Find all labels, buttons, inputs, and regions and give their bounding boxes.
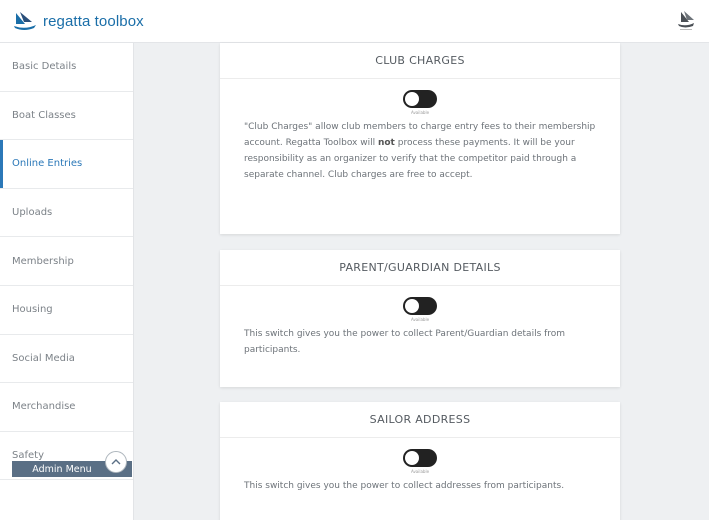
toggle-caption: Available xyxy=(410,317,430,322)
admin-menu-expand-button[interactable] xyxy=(105,451,127,473)
sailor-address-card: SAILOR ADDRESS Available This switch giv… xyxy=(220,402,620,520)
card-title: CLUB CHARGES xyxy=(220,43,620,79)
card-description: This switch gives you the power to colle… xyxy=(244,329,566,355)
brand-name: regatta toolbox xyxy=(43,12,144,30)
sidebar-item-label: Online Entries xyxy=(12,158,83,170)
parent-guardian-card: PARENT/GUARDIAN DETAILS Available This s… xyxy=(220,250,620,387)
parent-guardian-toggle[interactable] xyxy=(403,297,437,315)
card-description: "Club Charges" allow club members to cha… xyxy=(220,115,620,183)
top-header: regatta toolbox xyxy=(0,0,709,43)
sailboat-icon[interactable] xyxy=(675,9,697,33)
chevron-up-icon xyxy=(111,459,121,465)
club-charges-card: CLUB CHARGES Available "Club Charges" al… xyxy=(220,43,620,234)
sailboat-logo-icon xyxy=(14,12,36,30)
sidebar-item-label: Safety xyxy=(12,450,44,462)
toggle-knob xyxy=(405,92,419,106)
sidebar-item-label: Social Media xyxy=(12,352,75,364)
toggle-caption: Available xyxy=(410,110,430,115)
toggle-caption: Available xyxy=(410,469,430,474)
sidebar-item-label: Basic Details xyxy=(12,61,77,73)
sidebar-item-merchandise[interactable]: Merchandise xyxy=(0,383,133,432)
sidebar-item-basic-details[interactable]: Basic Details xyxy=(0,43,133,92)
sailor-address-toggle[interactable] xyxy=(403,449,437,467)
description-emphasis: not xyxy=(377,138,395,148)
toggle-knob xyxy=(405,451,419,465)
sidebar-item-online-entries[interactable]: Online Entries xyxy=(0,140,133,189)
sidebar-item-label: Housing xyxy=(12,304,53,316)
sidebar-item-label: Merchandise xyxy=(12,401,76,413)
card-title: PARENT/GUARDIAN DETAILS xyxy=(220,250,620,286)
admin-menu-label: Admin Menu xyxy=(32,463,92,475)
sidebar-item-label: Membership xyxy=(12,255,74,267)
sidebar-item-housing[interactable]: Housing xyxy=(0,286,133,335)
sidebar-item-membership[interactable]: Membership xyxy=(0,237,133,286)
toggle-knob xyxy=(405,299,419,313)
card-title: SAILOR ADDRESS xyxy=(220,402,620,438)
card-description: This switch gives you the power to colle… xyxy=(244,481,565,491)
sidebar-item-uploads[interactable]: Uploads xyxy=(0,189,133,238)
brand[interactable]: regatta toolbox xyxy=(12,10,144,32)
sidebar-item-social-media[interactable]: Social Media xyxy=(0,335,133,384)
toggle-group: Available xyxy=(220,297,620,322)
sidebar-item-boat-classes[interactable]: Boat Classes xyxy=(0,92,133,141)
sidebar: Basic Details Boat Classes Online Entrie… xyxy=(0,43,134,520)
toggle-group: Available xyxy=(220,449,620,474)
sidebar-item-label: Uploads xyxy=(12,207,53,219)
toggle-group: Available xyxy=(220,90,620,115)
sidebar-item-label: Boat Classes xyxy=(12,109,76,121)
club-charges-toggle[interactable] xyxy=(403,90,437,108)
